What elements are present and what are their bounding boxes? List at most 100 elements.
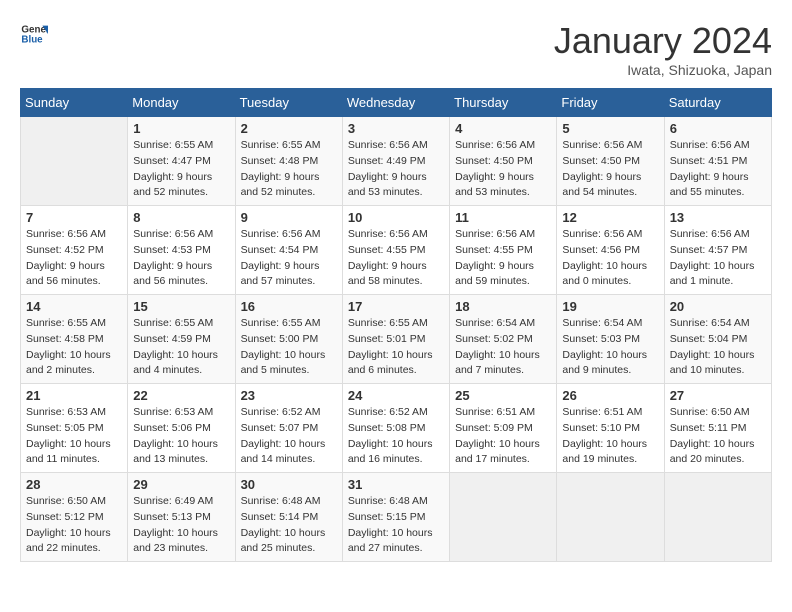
calendar-cell: 24 Sunrise: 6:52 AM Sunset: 5:08 PM Dayli… [342, 384, 449, 473]
calendar-cell [664, 473, 771, 562]
day-number: 12 [562, 210, 658, 225]
calendar-week-4: 21 Sunrise: 6:53 AM Sunset: 5:05 PM Dayli… [21, 384, 772, 473]
day-detail: Sunrise: 6:56 AM Sunset: 4:55 PM Dayligh… [348, 227, 444, 290]
calendar-cell: 31Sunrise: 6:48 AM Sunset: 5:15 PM Dayli… [342, 473, 449, 562]
svg-text:Blue: Blue [21, 34, 43, 45]
day-detail: Sunrise: 6:52 AM Sunset: 5:08 PM Dayligh… [348, 405, 444, 468]
col-sunday: Sunday [21, 89, 128, 117]
day-number: 28 [26, 477, 122, 492]
day-number: 14 [26, 299, 122, 314]
calendar-cell: 11Sunrise: 6:56 AM Sunset: 4:55 PM Dayli… [450, 206, 557, 295]
day-detail: Sunrise: 6:49 AM Sunset: 5:13 PM Dayligh… [133, 494, 229, 557]
day-detail: Sunrise: 6:55 AM Sunset: 4:48 PM Dayligh… [241, 138, 337, 201]
title-block: January 2024 Iwata, Shizuoka, Japan [554, 20, 772, 78]
col-saturday: Saturday [664, 89, 771, 117]
day-number: 10 [348, 210, 444, 225]
day-detail: Sunrise: 6:54 AM Sunset: 5:04 PM Dayligh… [670, 316, 766, 379]
day-number: 7 [26, 210, 122, 225]
day-number: 31 [348, 477, 444, 492]
day-detail: Sunrise: 6:56 AM Sunset: 4:54 PM Dayligh… [241, 227, 337, 290]
calendar-cell: 9 Sunrise: 6:56 AM Sunset: 4:54 PM Daylig… [235, 206, 342, 295]
day-number: 11 [455, 210, 551, 225]
day-number: 21 [26, 388, 122, 403]
calendar-week-5: 28 Sunrise: 6:50 AM Sunset: 5:12 PM Dayli… [21, 473, 772, 562]
day-number: 20 [670, 299, 766, 314]
calendar-cell: 16 Sunrise: 6:55 AM Sunset: 5:00 PM Dayli… [235, 295, 342, 384]
day-detail: Sunrise: 6:55 AM Sunset: 4:58 PM Dayligh… [26, 316, 122, 379]
day-detail: Sunrise: 6:53 AM Sunset: 5:05 PM Dayligh… [26, 405, 122, 468]
calendar-cell: 14 Sunrise: 6:55 AM Sunset: 4:58 PM Dayli… [21, 295, 128, 384]
day-detail: Sunrise: 6:50 AM Sunset: 5:11 PM Dayligh… [670, 405, 766, 468]
col-thursday: Thursday [450, 89, 557, 117]
col-friday: Friday [557, 89, 664, 117]
day-detail: Sunrise: 6:56 AM Sunset: 4:50 PM Dayligh… [562, 138, 658, 201]
calendar-cell: 4Sunrise: 6:56 AM Sunset: 4:50 PM Daylig… [450, 117, 557, 206]
day-number: 5 [562, 121, 658, 136]
calendar-week-3: 14 Sunrise: 6:55 AM Sunset: 4:58 PM Dayli… [21, 295, 772, 384]
day-detail: Sunrise: 6:56 AM Sunset: 4:52 PM Dayligh… [26, 227, 122, 290]
day-number: 25 [455, 388, 551, 403]
day-number: 13 [670, 210, 766, 225]
day-number: 4 [455, 121, 551, 136]
day-detail: Sunrise: 6:50 AM Sunset: 5:12 PM Dayligh… [26, 494, 122, 557]
day-detail: Sunrise: 6:56 AM Sunset: 4:51 PM Dayligh… [670, 138, 766, 201]
day-number: 18 [455, 299, 551, 314]
day-number: 3 [348, 121, 444, 136]
calendar-cell [557, 473, 664, 562]
day-detail: Sunrise: 6:55 AM Sunset: 5:01 PM Dayligh… [348, 316, 444, 379]
logo: General Blue [20, 20, 48, 48]
calendar-cell: 26 Sunrise: 6:51 AM Sunset: 5:10 PM Dayli… [557, 384, 664, 473]
calendar-cell: 12 Sunrise: 6:56 AM Sunset: 4:56 PM Dayli… [557, 206, 664, 295]
calendar-cell: 13Sunrise: 6:56 AM Sunset: 4:57 PM Dayli… [664, 206, 771, 295]
calendar-cell: 20 Sunrise: 6:54 AM Sunset: 5:04 PM Dayli… [664, 295, 771, 384]
day-number: 8 [133, 210, 229, 225]
calendar-cell: 17 Sunrise: 6:55 AM Sunset: 5:01 PM Dayli… [342, 295, 449, 384]
day-detail: Sunrise: 6:55 AM Sunset: 4:59 PM Dayligh… [133, 316, 229, 379]
calendar-cell: 27 Sunrise: 6:50 AM Sunset: 5:11 PM Dayli… [664, 384, 771, 473]
calendar-cell: 25 Sunrise: 6:51 AM Sunset: 5:09 PM Dayli… [450, 384, 557, 473]
day-number: 27 [670, 388, 766, 403]
day-detail: Sunrise: 6:56 AM Sunset: 4:56 PM Dayligh… [562, 227, 658, 290]
day-number: 24 [348, 388, 444, 403]
calendar-cell: 2 Sunrise: 6:55 AM Sunset: 4:48 PM Daylig… [235, 117, 342, 206]
day-number: 23 [241, 388, 337, 403]
day-detail: Sunrise: 6:51 AM Sunset: 5:10 PM Dayligh… [562, 405, 658, 468]
day-detail: Sunrise: 6:55 AM Sunset: 5:00 PM Dayligh… [241, 316, 337, 379]
day-number: 26 [562, 388, 658, 403]
calendar-cell: 6 Sunrise: 6:56 AM Sunset: 4:51 PM Daylig… [664, 117, 771, 206]
calendar-cell [450, 473, 557, 562]
calendar-table: Sunday Monday Tuesday Wednesday Thursday… [20, 88, 772, 562]
calendar-cell: 15Sunrise: 6:55 AM Sunset: 4:59 PM Dayli… [128, 295, 235, 384]
header-row: Sunday Monday Tuesday Wednesday Thursday… [21, 89, 772, 117]
calendar-week-2: 7 Sunrise: 6:56 AM Sunset: 4:52 PM Daylig… [21, 206, 772, 295]
calendar-cell: 29 Sunrise: 6:49 AM Sunset: 5:13 PM Dayli… [128, 473, 235, 562]
day-detail: Sunrise: 6:54 AM Sunset: 5:03 PM Dayligh… [562, 316, 658, 379]
calendar-cell: 10 Sunrise: 6:56 AM Sunset: 4:55 PM Dayli… [342, 206, 449, 295]
day-number: 17 [348, 299, 444, 314]
calendar-cell: 5 Sunrise: 6:56 AM Sunset: 4:50 PM Daylig… [557, 117, 664, 206]
day-detail: Sunrise: 6:48 AM Sunset: 5:14 PM Dayligh… [241, 494, 337, 557]
col-wednesday: Wednesday [342, 89, 449, 117]
day-number: 16 [241, 299, 337, 314]
calendar-cell: 3 Sunrise: 6:56 AM Sunset: 4:49 PM Daylig… [342, 117, 449, 206]
day-detail: Sunrise: 6:56 AM Sunset: 4:49 PM Dayligh… [348, 138, 444, 201]
col-monday: Monday [128, 89, 235, 117]
calendar-week-1: 1Sunrise: 6:55 AM Sunset: 4:47 PM Daylig… [21, 117, 772, 206]
calendar-cell: 18Sunrise: 6:54 AM Sunset: 5:02 PM Dayli… [450, 295, 557, 384]
day-number: 9 [241, 210, 337, 225]
day-detail: Sunrise: 6:56 AM Sunset: 4:53 PM Dayligh… [133, 227, 229, 290]
day-detail: Sunrise: 6:51 AM Sunset: 5:09 PM Dayligh… [455, 405, 551, 468]
page-header: General Blue January 2024 Iwata, Shizuok… [20, 20, 772, 78]
day-number: 29 [133, 477, 229, 492]
calendar-cell: 30 Sunrise: 6:48 AM Sunset: 5:14 PM Dayli… [235, 473, 342, 562]
calendar-cell: 1Sunrise: 6:55 AM Sunset: 4:47 PM Daylig… [128, 117, 235, 206]
month-title: January 2024 [554, 20, 772, 62]
calendar-cell: 28 Sunrise: 6:50 AM Sunset: 5:12 PM Dayli… [21, 473, 128, 562]
day-number: 2 [241, 121, 337, 136]
calendar-cell: 21 Sunrise: 6:53 AM Sunset: 5:05 PM Dayli… [21, 384, 128, 473]
calendar-cell [21, 117, 128, 206]
day-number: 6 [670, 121, 766, 136]
location: Iwata, Shizuoka, Japan [554, 62, 772, 78]
day-number: 19 [562, 299, 658, 314]
day-number: 30 [241, 477, 337, 492]
